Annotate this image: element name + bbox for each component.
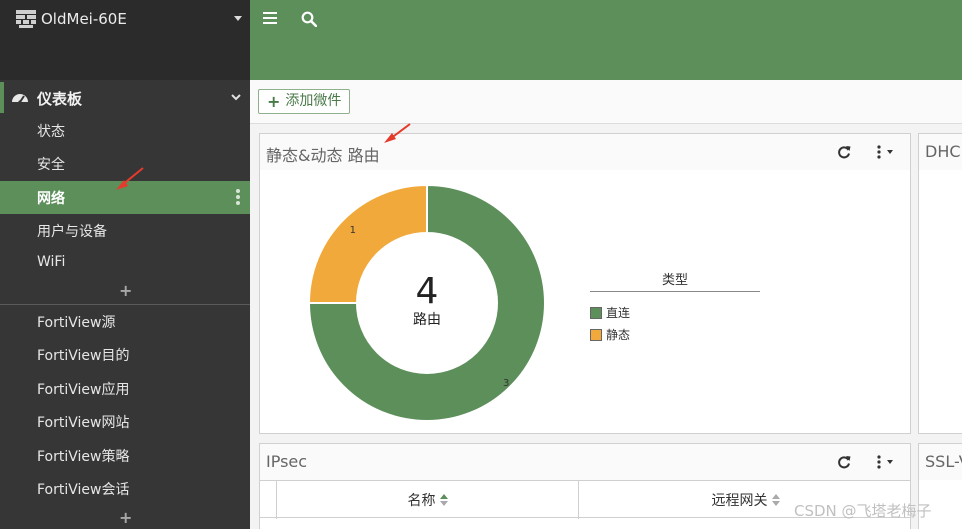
- hamburger-menu-icon[interactable]: [263, 12, 277, 24]
- sidebar-item-label: 状态: [37, 124, 65, 140]
- top-bar: [250, 0, 962, 80]
- widget-header: DHC: [919, 134, 962, 170]
- refresh-icon[interactable]: [837, 455, 851, 469]
- sidebar-item-fortiview-source[interactable]: FortiView源: [0, 305, 250, 338]
- route-total-label: 路由: [413, 312, 441, 328]
- sidebar-item-label: FortiView源: [37, 315, 116, 331]
- sidebar-item-label: 网络: [37, 191, 65, 207]
- dhcp-widget: DHC: [918, 133, 962, 434]
- widget-title: 静态&动态 路由: [266, 146, 380, 165]
- legend-item-connected[interactable]: 直连: [590, 304, 630, 321]
- refresh-icon[interactable]: [837, 145, 851, 159]
- sidebar-item-label: FortiView应用: [37, 382, 130, 398]
- donut-slice-static[interactable]: [307, 183, 428, 304]
- slice-data-label: 3: [503, 378, 509, 389]
- column-header-name[interactable]: 名称: [276, 481, 578, 519]
- add-widget-label: 添加微件: [285, 93, 342, 109]
- caret-down-icon[interactable]: [234, 16, 242, 21]
- sidebar-item-network[interactable]: 网络: [0, 181, 250, 214]
- sidebar-item-fortiview-destination[interactable]: FortiView目的: [0, 338, 250, 371]
- add-widget-button[interactable]: + 添加微件: [258, 89, 351, 114]
- sidebar-section-label: 仪表板: [37, 90, 83, 108]
- widget-header: 静态&动态 路由: [260, 134, 910, 170]
- add-dashboard-button[interactable]: +: [119, 281, 132, 300]
- widget-header: SSL-V: [919, 444, 962, 480]
- sidebar-item-wifi[interactable]: WiFi: [0, 247, 250, 280]
- widget-title: SSL-V: [925, 452, 962, 471]
- legend-item-static[interactable]: 静态: [590, 326, 630, 343]
- sidebar-section-dashboard[interactable]: 仪表板: [0, 82, 250, 113]
- sidebar-item-label: FortiView网站: [37, 415, 130, 431]
- sort-icon: [771, 494, 780, 506]
- sidebar-item-label: FortiView目的: [37, 348, 130, 364]
- legend-label: 静态: [606, 328, 631, 342]
- dashboard-gauge-icon: [12, 94, 28, 104]
- chevron-down-icon[interactable]: [230, 91, 242, 103]
- search-icon[interactable]: [301, 11, 317, 27]
- legend-label: 直连: [606, 306, 631, 320]
- plus-icon: +: [267, 91, 281, 111]
- routes-donut-chart: 1 3 4 路由: [307, 183, 546, 422]
- widget-header: IPsec: [260, 444, 910, 480]
- add-fortiview-button[interactable]: +: [119, 508, 132, 527]
- column-header-label: 名称: [407, 493, 436, 509]
- sidebar: OldMei-60E 仪表板 状态 安全 网络 用户与设备 WiFi + For…: [0, 0, 250, 529]
- sidebar-item-label: FortiView策略: [37, 449, 130, 465]
- device-name: OldMei-60E: [41, 10, 127, 28]
- legend-swatch: [590, 328, 602, 341]
- routes-widget: 静态&动态 路由 1 3 4 路由 类型 直连 静态: [259, 133, 911, 434]
- widget-title: DHC: [925, 142, 961, 161]
- watermark: CSDN @飞塔老梅子: [794, 502, 932, 520]
- column-header-label: 远程网关: [711, 493, 768, 509]
- route-total-value: 4: [416, 271, 439, 312]
- more-options-icon[interactable]: [874, 145, 896, 159]
- sidebar-item-users-devices[interactable]: 用户与设备: [0, 214, 250, 247]
- sidebar-item-label: WiFi: [37, 254, 66, 270]
- sidebar-item-security[interactable]: 安全: [0, 147, 250, 180]
- sort-icon: [439, 494, 448, 506]
- more-options-icon[interactable]: [874, 455, 896, 469]
- sidebar-item-fortiview-sessions[interactable]: FortiView会话: [0, 472, 250, 505]
- legend-swatch: [590, 306, 602, 319]
- sidebar-item-fortiview-policies[interactable]: FortiView策略: [0, 439, 250, 472]
- sidebar-item-label: 用户与设备: [37, 224, 107, 240]
- sidebar-item-status[interactable]: 状态: [0, 114, 250, 147]
- device-header[interactable]: OldMei-60E: [0, 0, 250, 80]
- sidebar-item-fortiview-applications[interactable]: FortiView应用: [0, 372, 250, 405]
- widget-title: IPsec: [266, 452, 308, 471]
- device-logo-icon: [16, 10, 36, 28]
- slice-data-label: 1: [350, 225, 356, 236]
- sidebar-item-fortiview-websites[interactable]: FortiView网站: [0, 405, 250, 438]
- legend-title: 类型: [661, 273, 688, 288]
- dashboard-toolbar: + 添加微件: [250, 80, 962, 124]
- sidebar-item-label: 安全: [37, 157, 65, 173]
- legend-divider: [590, 291, 760, 292]
- more-vertical-icon[interactable]: [236, 189, 240, 206]
- section-accent: [0, 82, 4, 113]
- sidebar-item-label: FortiView会话: [37, 482, 130, 498]
